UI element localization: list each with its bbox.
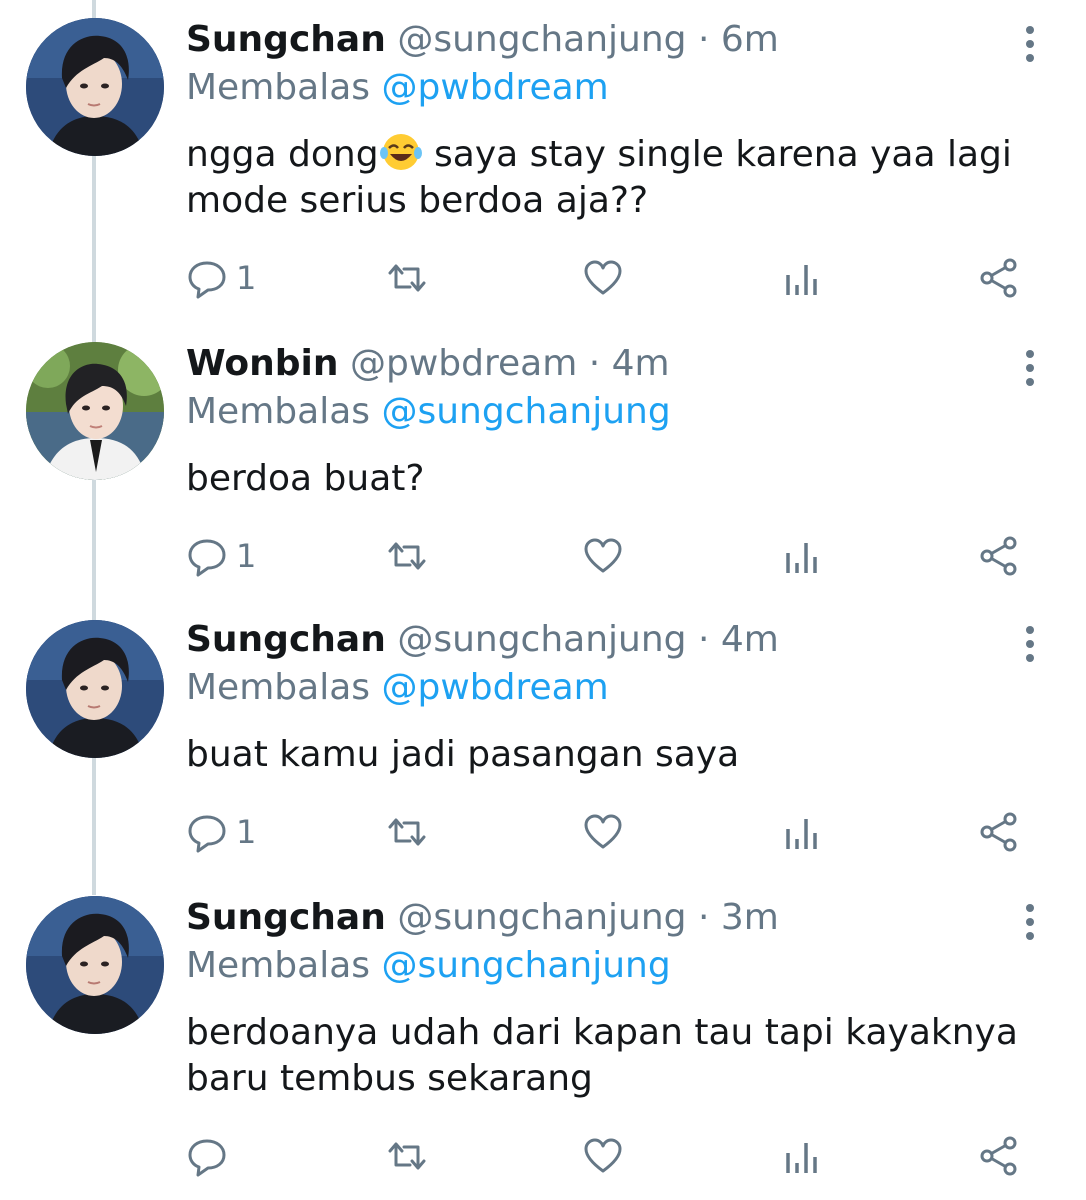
heart-icon (582, 1135, 624, 1177)
retweet-button[interactable] (384, 1132, 430, 1180)
more-options-icon[interactable] (1016, 348, 1044, 388)
heart-icon (582, 811, 624, 853)
share-button[interactable] (978, 1132, 1020, 1180)
user-handle[interactable]: @pwbdream (350, 343, 577, 384)
retweet-icon (384, 257, 430, 299)
reply-button[interactable]: 1 (186, 808, 256, 856)
timestamp[interactable]: 4m (612, 343, 670, 384)
analytics-icon (784, 257, 820, 299)
replying-to: Membalas @sungchanjung (186, 390, 671, 434)
mention-link[interactable]: @sungchanjung (381, 945, 670, 986)
replying-to-label: Membalas (186, 667, 371, 708)
like-button[interactable] (582, 532, 624, 580)
tweet-text: berdoanya udah dari kapan tau tapi kayak… (186, 1012, 1018, 1099)
reply-icon (186, 257, 228, 299)
display-name[interactable]: Sungchan (186, 897, 386, 938)
reply-button[interactable]: 1 (186, 532, 256, 580)
tweet-actions: 1 (186, 532, 1036, 580)
tweet[interactable]: Sungchan @sungchanjung · 3m Membalas @su… (0, 878, 1086, 1200)
share-icon (978, 257, 1020, 299)
tweet-actions: 1 (186, 808, 1036, 856)
reply-button[interactable] (186, 1132, 228, 1180)
mention-link[interactable]: @pwbdream (381, 667, 608, 708)
analytics-button[interactable] (784, 1132, 820, 1180)
reply-icon (186, 1135, 228, 1177)
tweet-header: Sungchan @sungchanjung · 3m (186, 896, 779, 940)
tweet-actions: 1 (186, 254, 1036, 302)
reply-count: 1 (236, 813, 257, 851)
separator-dot: · (697, 897, 710, 938)
tweet-header: Wonbin @pwbdream · 4m (186, 342, 670, 386)
reply-thread: Sungchan @sungchanjung · 6m Membalas @pw… (0, 0, 1086, 1200)
tweet-text: ngga dong saya stay single karena yaa la… (186, 132, 1026, 224)
reply-button[interactable]: 1 (186, 254, 256, 302)
display-name[interactable]: Wonbin (186, 343, 339, 384)
avatar[interactable] (26, 896, 164, 1034)
user-handle[interactable]: @sungchanjung (397, 19, 686, 60)
avatar[interactable] (26, 342, 164, 480)
separator-dot: · (697, 19, 710, 60)
tweet-actions (186, 1132, 1036, 1180)
timestamp[interactable]: 6m (721, 19, 779, 60)
tweet-header: Sungchan @sungchanjung · 4m (186, 618, 779, 662)
reply-count: 1 (236, 537, 257, 575)
replying-to: Membalas @pwbdream (186, 66, 609, 110)
tweet-header: Sungchan @sungchanjung · 6m (186, 18, 779, 62)
share-button[interactable] (978, 808, 1020, 856)
share-button[interactable] (978, 532, 1020, 580)
user-handle[interactable]: @sungchanjung (397, 897, 686, 938)
more-options-icon[interactable] (1016, 624, 1044, 664)
more-options-icon[interactable] (1016, 902, 1044, 942)
share-icon (978, 1135, 1020, 1177)
separator-dot: · (588, 343, 601, 384)
reply-count: 1 (236, 259, 257, 297)
display-name[interactable]: Sungchan (186, 619, 386, 660)
user-handle[interactable]: @sungchanjung (397, 619, 686, 660)
retweet-button[interactable] (384, 532, 430, 580)
tweet-text: buat kamu jadi pasangan saya (186, 734, 740, 775)
analytics-icon (784, 1135, 820, 1177)
tweet[interactable]: Wonbin @pwbdream · 4m Membalas @sungchan… (0, 324, 1086, 604)
heart-icon (582, 535, 624, 577)
tweet[interactable]: Sungchan @sungchanjung · 6m Membalas @pw… (0, 0, 1086, 320)
retweet-icon (384, 1135, 430, 1177)
avatar[interactable] (26, 18, 164, 156)
share-icon (978, 535, 1020, 577)
analytics-button[interactable] (784, 532, 820, 580)
replying-to: Membalas @sungchanjung (186, 944, 671, 988)
replying-to-label: Membalas (186, 391, 371, 432)
analytics-icon (784, 811, 820, 853)
separator-dot: · (697, 619, 710, 660)
tweet[interactable]: Sungchan @sungchanjung · 4m Membalas @pw… (0, 600, 1086, 880)
retweet-icon (384, 535, 430, 577)
retweet-icon (384, 811, 430, 853)
face-with-tears-of-joy-icon (379, 132, 423, 172)
tweet-text-part: ngga dong (186, 134, 379, 175)
retweet-button[interactable] (384, 808, 430, 856)
retweet-button[interactable] (384, 254, 430, 302)
share-icon (978, 811, 1020, 853)
timestamp[interactable]: 4m (721, 619, 779, 660)
analytics-icon (784, 535, 820, 577)
reply-icon (186, 535, 228, 577)
replying-to-label: Membalas (186, 67, 371, 108)
replying-to-label: Membalas (186, 945, 371, 986)
analytics-button[interactable] (784, 254, 820, 302)
timestamp[interactable]: 3m (721, 897, 779, 938)
share-button[interactable] (978, 254, 1020, 302)
replying-to: Membalas @pwbdream (186, 666, 609, 710)
more-options-icon[interactable] (1016, 24, 1044, 64)
like-button[interactable] (582, 254, 624, 302)
display-name[interactable]: Sungchan (186, 19, 386, 60)
tweet-text: berdoa buat? (186, 458, 425, 499)
reply-icon (186, 811, 228, 853)
mention-link[interactable]: @sungchanjung (381, 391, 670, 432)
avatar[interactable] (26, 620, 164, 758)
like-button[interactable] (582, 1132, 624, 1180)
heart-icon (582, 257, 624, 299)
analytics-button[interactable] (784, 808, 820, 856)
like-button[interactable] (582, 808, 624, 856)
mention-link[interactable]: @pwbdream (381, 67, 608, 108)
